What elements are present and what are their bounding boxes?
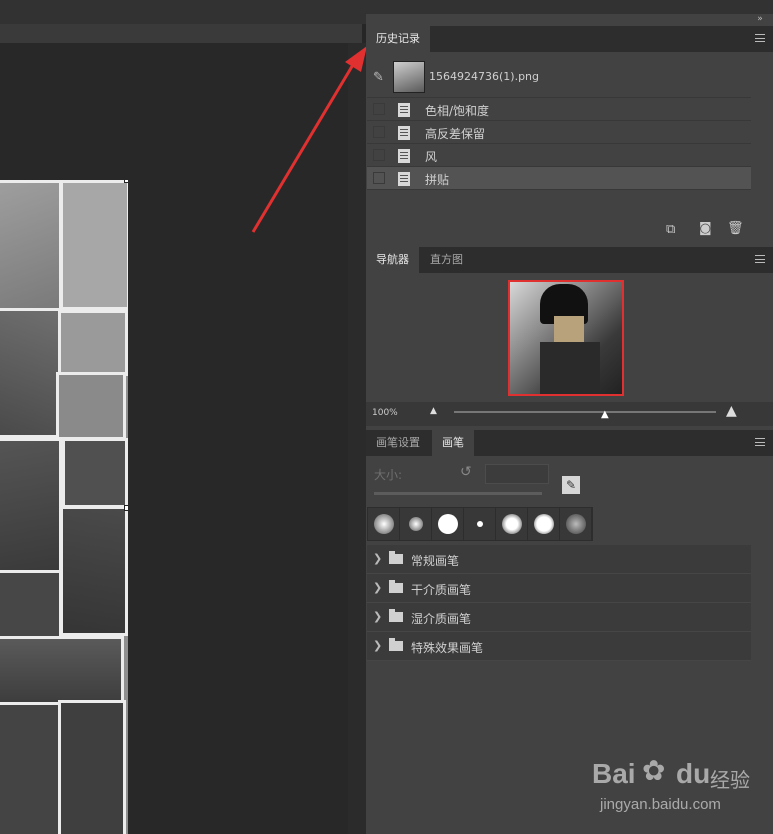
document-icon	[398, 149, 410, 163]
history-step-label: 风	[425, 150, 438, 164]
brush-folder[interactable]: ❯ 常规画笔	[367, 545, 751, 574]
folder-icon	[389, 609, 403, 622]
navigator-tabstrip: 导航器 直方图	[366, 247, 773, 273]
document-icon	[398, 126, 410, 140]
image-tile	[0, 308, 62, 438]
brush-preset[interactable]	[400, 508, 432, 540]
image-tile	[58, 700, 126, 834]
zoom-in-icon[interactable]: ▲	[726, 403, 737, 419]
zoom-bar: 100% ▲ ▲ ▲	[366, 402, 773, 426]
tab-navigator[interactable]: 导航器	[366, 247, 419, 273]
brush-folder[interactable]: ❯ 特殊效果画笔	[367, 632, 751, 661]
brush-preset[interactable]	[496, 508, 528, 540]
new-brush-icon[interactable]: ✎	[562, 476, 580, 494]
brush-folder[interactable]: ❯ 湿介质画笔	[367, 603, 751, 632]
image-tile	[62, 438, 128, 508]
panel-dock: » 历史记录 ✎ 1564924736(1).png 色相/饱和度 高反差保留风拼…	[366, 14, 773, 834]
brush-preset[interactable]	[432, 508, 464, 540]
image-tile	[0, 180, 62, 312]
brush-preset[interactable]	[368, 508, 400, 540]
chevron-right-icon[interactable]: ❯	[373, 581, 382, 594]
snapshot-thumbnail	[393, 61, 425, 93]
brush-preset[interactable]	[464, 508, 496, 540]
snapshot-source-checkbox[interactable]	[373, 149, 385, 161]
history-step[interactable]: 色相/饱和度	[367, 98, 751, 121]
chevron-right-icon[interactable]: ❯	[373, 639, 382, 652]
folder-icon	[389, 551, 403, 564]
brush-folder-label: 常规画笔	[411, 554, 460, 568]
brush-preset[interactable]	[560, 508, 592, 540]
watermark-url: jingyan.baidu.com	[600, 796, 721, 813]
history-snapshot[interactable]: ✎ 1564924736(1).png	[367, 58, 751, 98]
history-brush-icon[interactable]: ✎	[373, 70, 384, 85]
brush-folder-label: 特殊效果画笔	[411, 641, 484, 655]
image-tile	[60, 180, 128, 310]
preview-face	[554, 316, 584, 342]
history-step-label: 高反差保留	[425, 127, 486, 141]
watermark-product: 经验	[710, 768, 750, 792]
image-tile	[56, 372, 126, 440]
folder-icon	[389, 638, 403, 651]
zoom-slider-track[interactable]	[454, 411, 716, 413]
document-icon	[398, 172, 410, 186]
history-step-label: 拼贴	[425, 173, 450, 187]
history-step-label: 色相/饱和度	[425, 104, 490, 118]
document-icon	[398, 103, 410, 117]
zoom-slider-thumb[interactable]: ▲	[601, 409, 609, 420]
navigator-menu-icon[interactable]	[755, 255, 765, 263]
image-tile	[0, 570, 62, 640]
camera-icon[interactable]: ◙	[699, 221, 712, 236]
transform-handle[interactable]	[124, 180, 128, 183]
trash-icon[interactable]: 🗑	[727, 221, 744, 236]
tab-brush-settings[interactable]: 画笔设置	[366, 430, 430, 456]
paw-icon: ✿	[642, 754, 666, 787]
navigator-preview[interactable]	[508, 280, 624, 396]
transform-handle[interactable]	[124, 505, 128, 511]
image-tile	[0, 438, 62, 574]
history-tabstrip: 历史记录	[366, 26, 773, 52]
image-tile	[0, 636, 124, 706]
preview-body	[540, 342, 600, 394]
history-step[interactable]: 高反差保留	[367, 121, 751, 144]
chevron-right-icon[interactable]: ❯	[373, 610, 382, 623]
tab-histogram[interactable]: 直方图	[420, 247, 473, 273]
history-step[interactable]: 风	[367, 144, 751, 167]
image-tile	[0, 702, 62, 834]
brush-folder-label: 湿介质画笔	[411, 612, 472, 626]
brush-tabstrip: 画笔设置 画笔	[366, 430, 773, 456]
brush-folder-label: 干介质画笔	[411, 583, 472, 597]
brush-folder[interactable]: ❯ 干介质画笔	[367, 574, 751, 603]
annotation-arrow	[251, 46, 367, 233]
tab-history[interactable]: 历史记录	[366, 26, 430, 52]
history-menu-icon[interactable]	[755, 34, 765, 42]
folder-icon	[389, 580, 403, 593]
snapshot-source-checkbox[interactable]	[373, 103, 385, 115]
snapshot-name: 1564924736(1).png	[429, 70, 539, 83]
brush-size-label: 大小:	[374, 468, 403, 482]
image-tile	[58, 310, 128, 376]
baidu-watermark: Bai ✿ du 经验 jingyan.baidu.com	[592, 748, 752, 818]
new-document-icon[interactable]: ⧉	[666, 222, 675, 237]
snapshot-source-checkbox[interactable]	[373, 126, 385, 138]
zoom-out-icon[interactable]: ▲	[430, 406, 437, 416]
chevron-right-icon[interactable]: ❯	[373, 552, 382, 565]
snapshot-source-checkbox[interactable]	[373, 172, 385, 184]
history-footer: ⧉ ◙ 🗑	[366, 219, 773, 243]
collapse-icon[interactable]: »	[750, 14, 770, 26]
document-image[interactable]	[0, 180, 128, 834]
watermark-brand: Bai	[592, 758, 636, 789]
zoom-value[interactable]: 100%	[372, 408, 398, 418]
brush-size-slider[interactable]	[374, 492, 542, 495]
history-step[interactable]: 拼贴	[367, 167, 751, 190]
watermark-brand-suffix: du	[676, 758, 711, 789]
brush-preset[interactable]	[528, 508, 560, 540]
reset-icon[interactable]: ↺	[460, 464, 472, 480]
brush-size-input[interactable]	[485, 464, 549, 484]
brush-presets	[367, 507, 593, 541]
tab-brush[interactable]: 画笔	[432, 430, 474, 456]
brush-menu-icon[interactable]	[755, 438, 765, 446]
image-tile	[60, 506, 128, 636]
